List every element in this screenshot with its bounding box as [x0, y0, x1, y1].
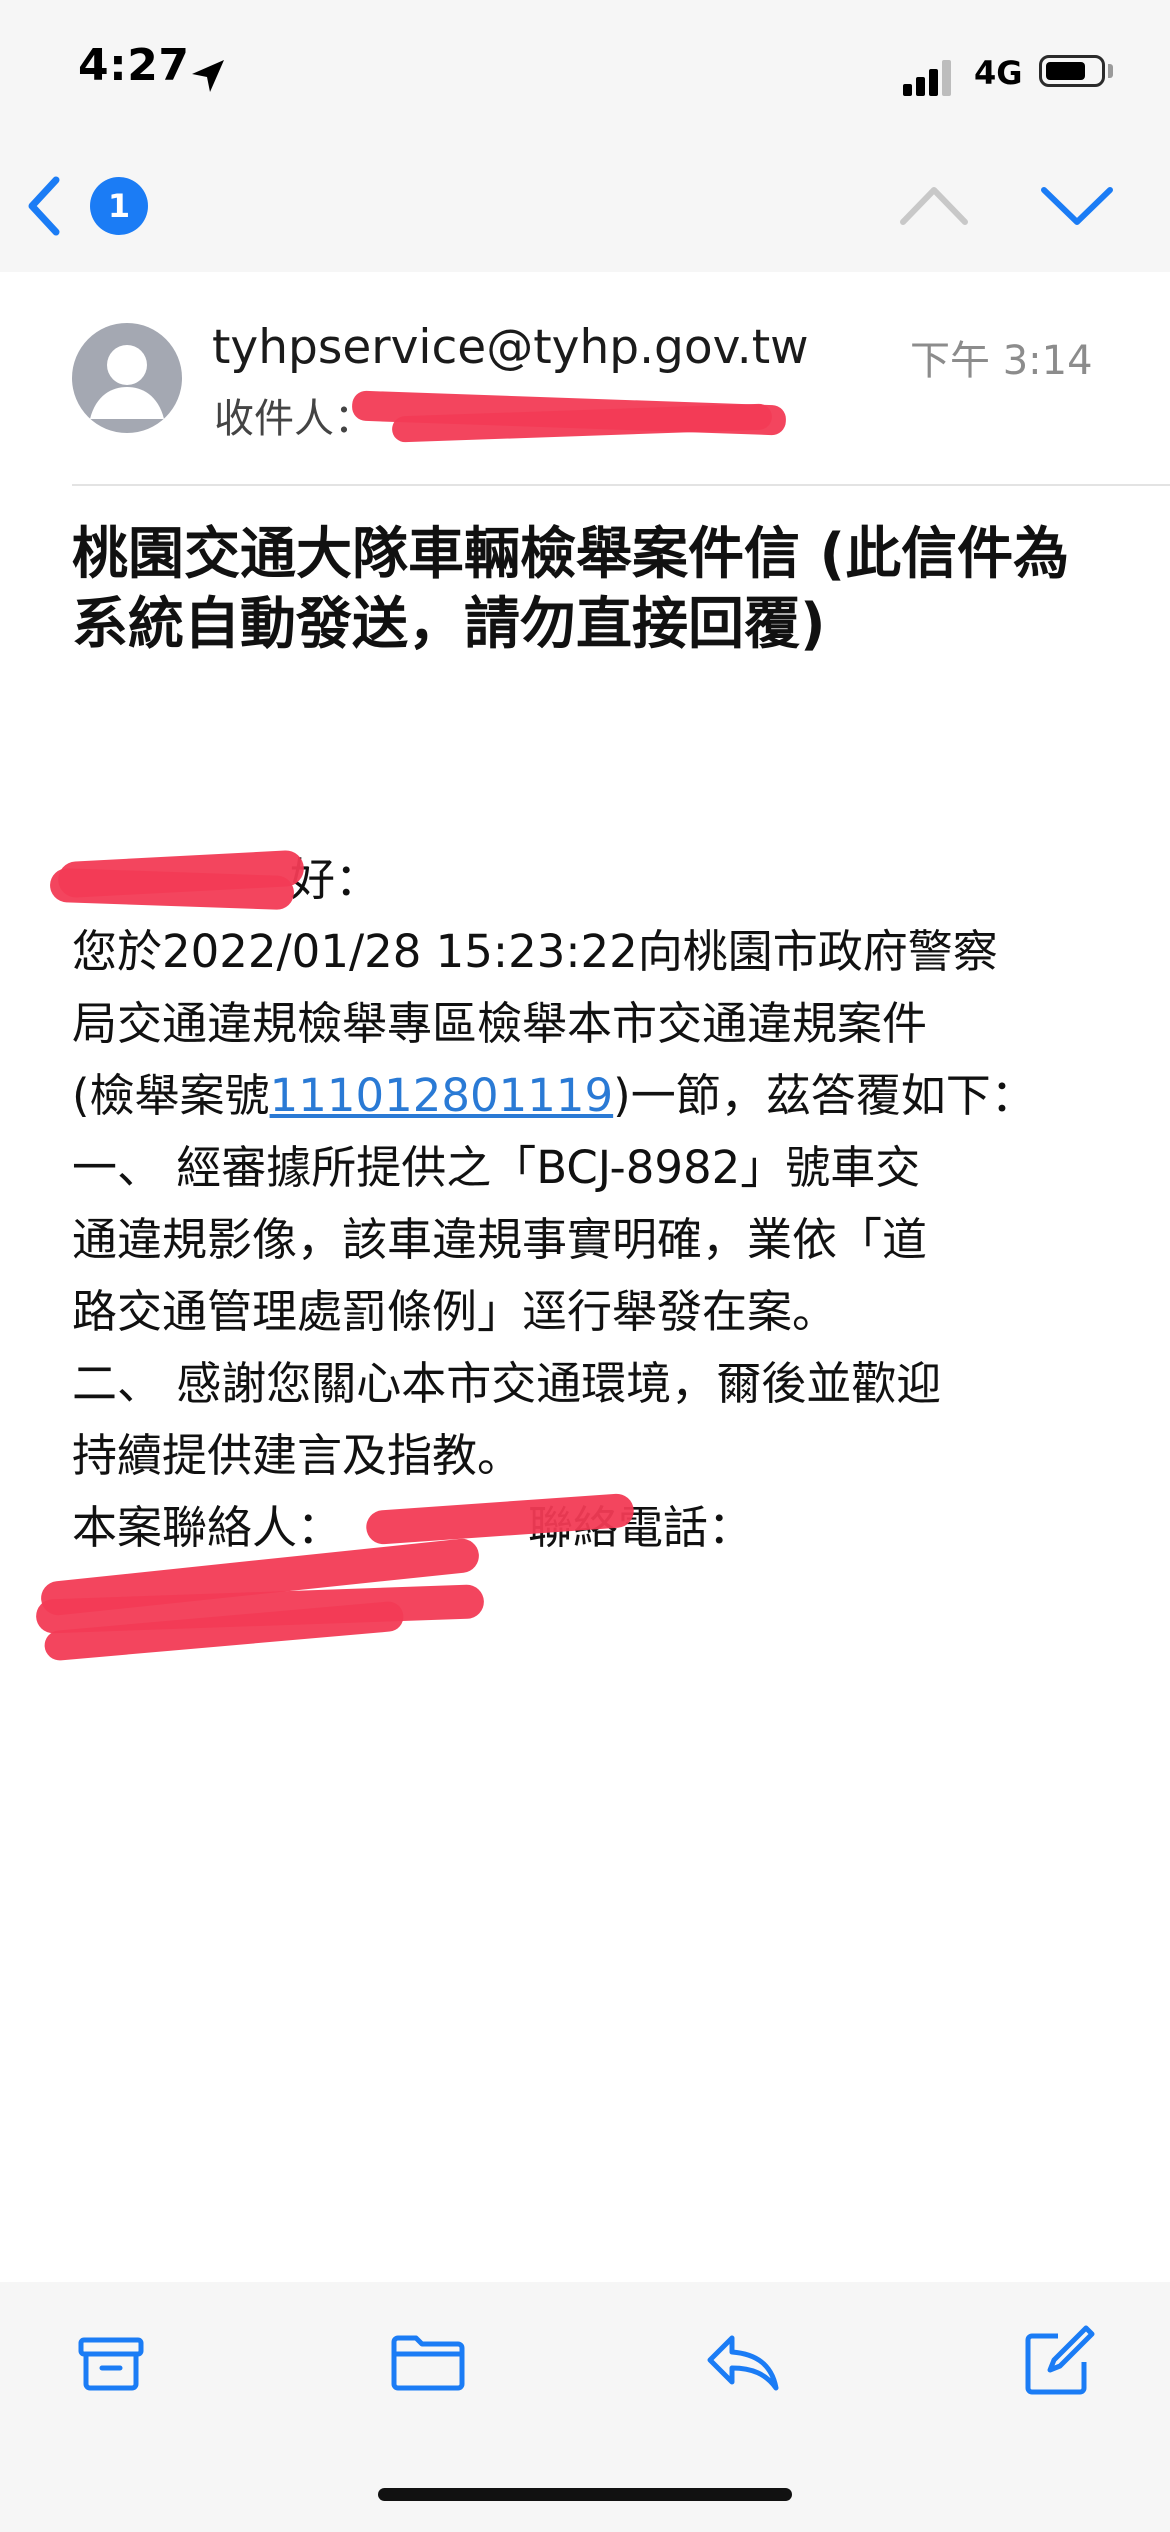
case-number-link[interactable]: 111012801119 — [270, 1069, 614, 1122]
recipient-label[interactable]: 收件人： — [214, 386, 374, 444]
body-line-3: (檢舉案號111012801119)一節，茲答覆如下： — [72, 1060, 1102, 1132]
location-arrow-icon — [192, 60, 224, 92]
signal-icon — [903, 56, 957, 96]
body-line-5: 通違規影像，該車違規事實明確，業依「道 — [72, 1213, 928, 1266]
previous-message-chevron-icon[interactable] — [899, 180, 969, 230]
greeting-text: 好： — [290, 853, 381, 906]
contact-label: 本案聯絡人： — [72, 1501, 343, 1554]
archive-icon[interactable] — [71, 2322, 151, 2402]
carrier-label: 4G — [974, 54, 1023, 92]
folder-icon[interactable] — [388, 2322, 468, 2402]
next-message-chevron-icon[interactable] — [1040, 180, 1114, 230]
reply-icon[interactable] — [702, 2322, 782, 2402]
back-chevron-icon[interactable] — [22, 174, 66, 238]
body-line-7: 二、 感謝您關心本市交通環境，爾後並歡迎 — [72, 1357, 942, 1410]
body-line-4: 一、 經審據所提供之「BCJ-8982」號車交 — [72, 1141, 921, 1194]
battery-icon — [1039, 55, 1105, 87]
received-time: 下午 3:14 — [910, 338, 1093, 384]
home-indicator[interactable] — [378, 2488, 792, 2501]
body-line-2: 局交通違規檢舉專區檢舉本市交通違規案件 — [72, 997, 928, 1050]
battery-nub — [1108, 64, 1113, 78]
body-line-6: 路交通管理處罰條例」逕行舉發在案。 — [72, 1285, 838, 1338]
email-subject: 桃園交通大隊車輛檢舉案件信 (此信件為系統自動發送，請勿直接回覆) — [72, 522, 1070, 657]
compose-icon[interactable] — [1018, 2322, 1098, 2402]
unread-badge[interactable]: 1 — [90, 177, 148, 235]
body-line-1: 您於2022/01/28 15:23:22向桃園市政府警察 — [72, 925, 998, 978]
case-prefix: (檢舉案號 — [72, 1069, 270, 1122]
sender-address[interactable]: tyhpservice@tyhp.gov.tw — [212, 320, 809, 375]
case-suffix: )一節，茲答覆如下： — [613, 1069, 1036, 1122]
header-divider — [72, 484, 1170, 486]
sender-avatar[interactable] — [72, 323, 182, 433]
body-line-8: 持續提供建言及指教。 — [72, 1429, 523, 1482]
person-icon — [90, 345, 164, 419]
status-time: 4:27 — [78, 40, 190, 91]
